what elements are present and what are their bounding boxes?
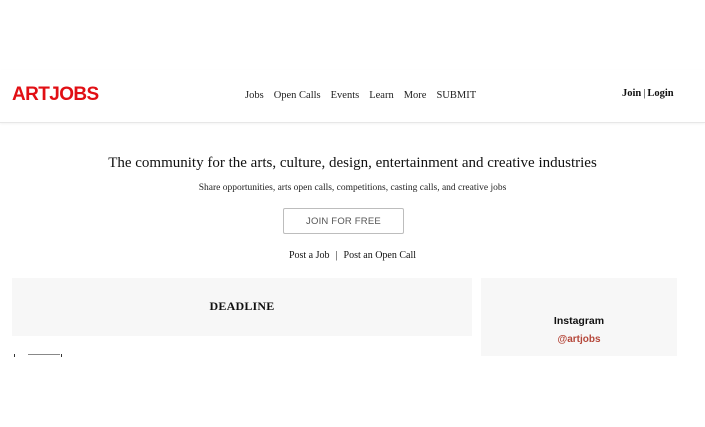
post-links: Post a Job | Post an Open Call <box>0 250 705 261</box>
deadline-panel: DEADLINE <box>12 278 472 336</box>
auth-separator: | <box>643 88 646 99</box>
nav-events[interactable]: Events <box>331 90 360 101</box>
artjobs-logo[interactable]: ARTJOBS <box>12 84 99 106</box>
post-open-call-link[interactable]: Post an Open Call <box>344 250 417 261</box>
nav-learn[interactable]: Learn <box>369 90 393 101</box>
divider-mark <box>14 354 15 357</box>
site-header: ARTJOBS Jobs Open Calls Events Learn Mor… <box>0 70 705 123</box>
divider-mark-end <box>61 354 62 357</box>
login-link[interactable]: Login <box>647 88 673 99</box>
hero-title: The community for the arts, culture, des… <box>108 155 597 171</box>
auth-links: Join | Login <box>622 88 674 99</box>
main-nav: Jobs Open Calls Events Learn More SUBMIT <box>245 90 476 101</box>
nav-jobs[interactable]: Jobs <box>245 90 264 101</box>
nav-more[interactable]: More <box>404 90 427 101</box>
divider-line <box>28 354 60 355</box>
nav-submit[interactable]: SUBMIT <box>436 90 476 101</box>
post-links-separator: | <box>335 250 338 261</box>
nav-open-calls[interactable]: Open Calls <box>274 90 321 101</box>
deadline-title: DEADLINE <box>209 299 275 313</box>
instagram-handle-link[interactable]: @artjobs <box>481 334 677 345</box>
join-link[interactable]: Join <box>622 88 641 99</box>
join-for-free-button[interactable]: JOIN FOR FREE <box>283 208 404 234</box>
instagram-title: Instagram <box>553 315 605 327</box>
instagram-widget: Instagram @artjobs <box>481 278 677 356</box>
hero-subtitle: Share opportunities, arts open calls, co… <box>198 183 507 193</box>
post-job-link[interactable]: Post a Job <box>289 250 330 261</box>
